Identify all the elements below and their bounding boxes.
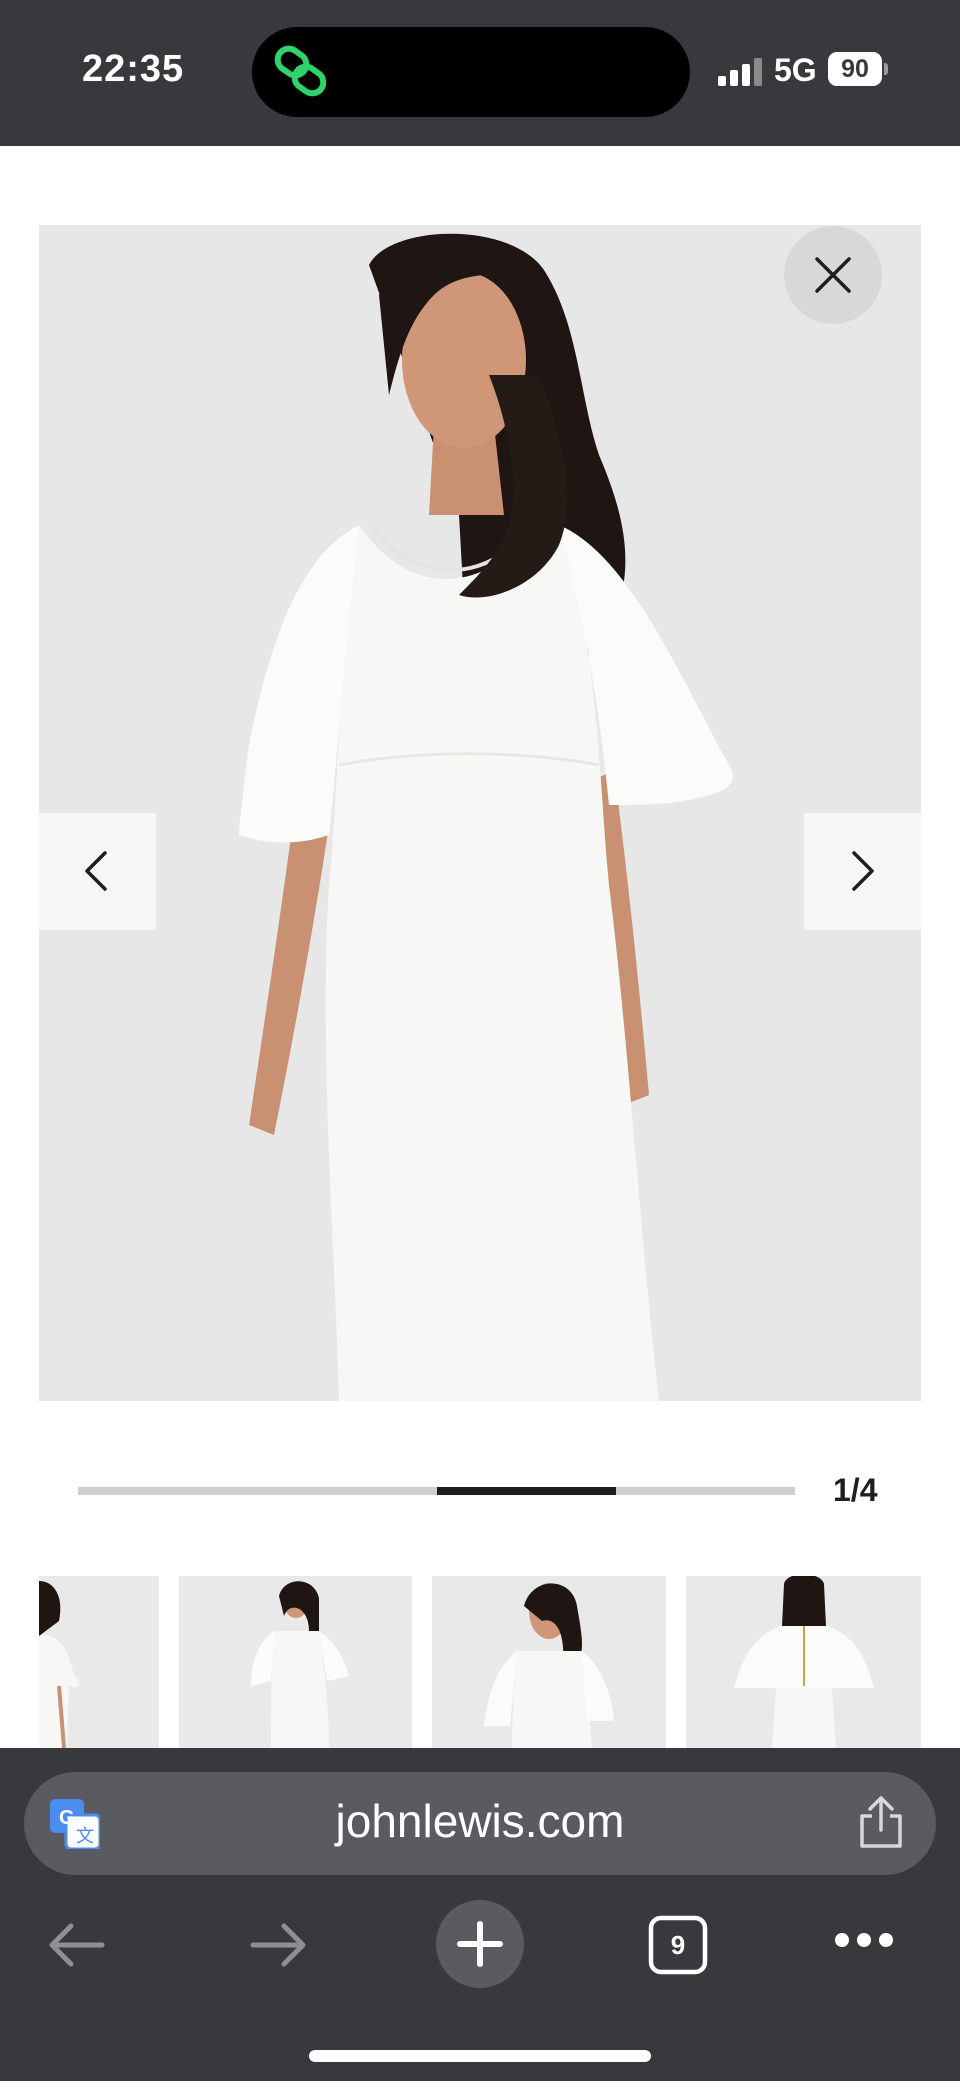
gallery-progress-thumb[interactable] bbox=[437, 1487, 616, 1495]
new-tab-plus-icon[interactable] bbox=[436, 1900, 524, 1988]
chevron-left-icon bbox=[85, 851, 107, 891]
chevron-right-icon bbox=[852, 851, 874, 891]
thumbnail-front-full-photo bbox=[251, 1581, 349, 1748]
signal-strength-icon bbox=[718, 58, 762, 86]
next-image-button[interactable] bbox=[804, 813, 921, 930]
dynamic-island bbox=[252, 27, 690, 117]
share-icon[interactable] bbox=[858, 1796, 904, 1850]
product-main-image[interactable] bbox=[39, 225, 921, 1401]
back-arrow-icon[interactable] bbox=[47, 1920, 107, 1970]
status-time: 22:35 bbox=[82, 48, 185, 90]
thumbnail-2[interactable] bbox=[179, 1576, 412, 1748]
battery-level: 90 bbox=[841, 55, 869, 83]
gallery-page-counter: 1/4 bbox=[833, 1472, 878, 1508]
thumbnail-3[interactable] bbox=[432, 1576, 666, 1748]
battery-indicator: 90 bbox=[828, 52, 888, 86]
thumbnail-back-photo bbox=[734, 1576, 874, 1748]
model-photo bbox=[239, 233, 733, 1401]
page: 22:35 5G 90 1/4 G 文 johnlewis.com 9 bbox=[0, 0, 960, 2081]
more-dots-icon[interactable] bbox=[834, 1930, 894, 1950]
home-indicator bbox=[309, 2050, 651, 2062]
tab-count: 9 bbox=[670, 1930, 686, 1960]
close-button[interactable] bbox=[784, 226, 882, 324]
thumbnail-front-closeup-photo bbox=[484, 1583, 614, 1748]
browser-toolbar: G 文 johnlewis.com 9 bbox=[0, 1748, 960, 2081]
link-chain-icon bbox=[274, 45, 327, 97]
gallery-progress-track[interactable] bbox=[78, 1487, 795, 1495]
status-bar: 22:35 5G 90 bbox=[0, 0, 960, 146]
thumbnail-side-photo bbox=[39, 1581, 80, 1748]
battery-cap bbox=[884, 63, 888, 75]
address-bar[interactable]: G 文 johnlewis.com bbox=[24, 1772, 936, 1875]
url-text[interactable]: johnlewis.com bbox=[24, 1794, 936, 1848]
network-type: 5G bbox=[774, 52, 817, 88]
tabs-button[interactable]: 9 bbox=[648, 1915, 708, 1975]
close-icon bbox=[815, 257, 851, 293]
forward-arrow-icon[interactable] bbox=[248, 1920, 308, 1970]
previous-image-button[interactable] bbox=[39, 813, 156, 930]
thumbnail-1[interactable] bbox=[39, 1576, 159, 1748]
thumbnail-4[interactable] bbox=[686, 1576, 921, 1748]
